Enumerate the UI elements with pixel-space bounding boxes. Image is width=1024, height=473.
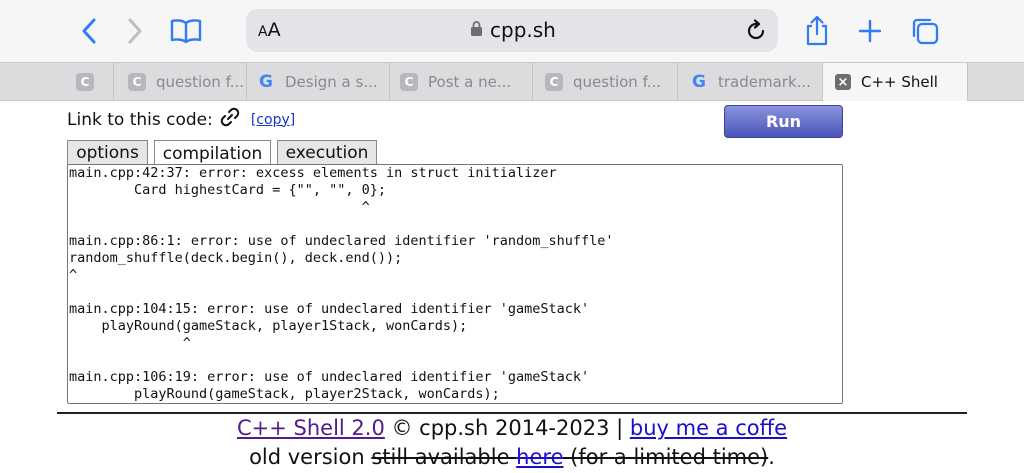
tab-overview-icon[interactable] (908, 14, 942, 48)
tab-favicon-icon: C (545, 73, 563, 91)
run-button[interactable]: Run (724, 105, 843, 138)
lock-icon (470, 20, 483, 41)
browser-tab[interactable]: C question f... (114, 63, 247, 101)
compiler-output-text: main.cpp:42:37: error: excess elements i… (69, 165, 614, 402)
tab-label: Design a s... (285, 73, 378, 91)
share-icon[interactable] (800, 14, 834, 48)
old-version-notice: old version still available here (for a … (249, 445, 775, 469)
browser-tab[interactable]: C (0, 63, 114, 101)
old-version-link[interactable]: here (516, 445, 563, 469)
browser-tab[interactable]: G Design a s... (247, 63, 390, 101)
tab-compilation[interactable]: compilation (154, 140, 271, 166)
tab-favicon-icon: C (400, 73, 418, 91)
browser-tab-active[interactable]: × C++ Shell (823, 63, 968, 101)
browser-tab[interactable]: C Post a ne... (390, 63, 533, 101)
tab-execution[interactable]: execution (277, 140, 377, 165)
browser-tab[interactable]: C question f... (533, 63, 678, 101)
reader-settings-button[interactable]: AA (258, 19, 281, 41)
tab-label: question f... (156, 73, 245, 91)
tab-label: question f... (573, 73, 662, 91)
url-text: cpp.sh (490, 18, 556, 42)
back-icon[interactable] (72, 14, 106, 48)
reload-icon[interactable] (739, 14, 773, 48)
tab-label: Post a ne... (428, 73, 512, 91)
tab-favicon-icon: C (128, 73, 146, 91)
tab-strip: C C question f... G Design a s... C Post… (0, 62, 1024, 101)
link-icon[interactable] (219, 106, 241, 133)
tab-label: C++ Shell (861, 73, 938, 91)
close-tab-icon[interactable]: × (835, 74, 851, 90)
tab-favicon-icon: G (259, 72, 273, 92)
url-display[interactable]: cpp.sh (470, 18, 556, 42)
link-to-code-row: Link to this code: [copy] (67, 106, 295, 133)
copyright-text: © cpp.sh 2014-2023 | (384, 416, 630, 440)
version-link[interactable]: C++ Shell 2.0 (237, 416, 385, 440)
bookmarks-icon[interactable] (168, 14, 204, 48)
tab-options[interactable]: options (67, 140, 148, 165)
coffee-link[interactable]: buy me a coffe (630, 416, 787, 440)
tab-favicon-icon: G (692, 72, 706, 92)
browser-toolbar: AA cpp.sh (0, 0, 1024, 62)
tab-label: trademark... (718, 73, 811, 91)
tab-favicon-icon: C (76, 73, 94, 91)
footer-divider (57, 412, 967, 414)
browser-tab[interactable]: G trademark... (678, 63, 823, 101)
forward-icon[interactable] (118, 14, 152, 48)
link-label: Link to this code: (67, 109, 213, 130)
footer-credits: C++ Shell 2.0 © cpp.sh 2014-2023 | buy m… (0, 416, 1024, 440)
compiler-output-panel[interactable]: main.cpp:42:37: error: excess elements i… (67, 164, 843, 404)
new-tab-icon[interactable] (853, 14, 887, 48)
copy-link[interactable]: [copy] (251, 112, 295, 128)
